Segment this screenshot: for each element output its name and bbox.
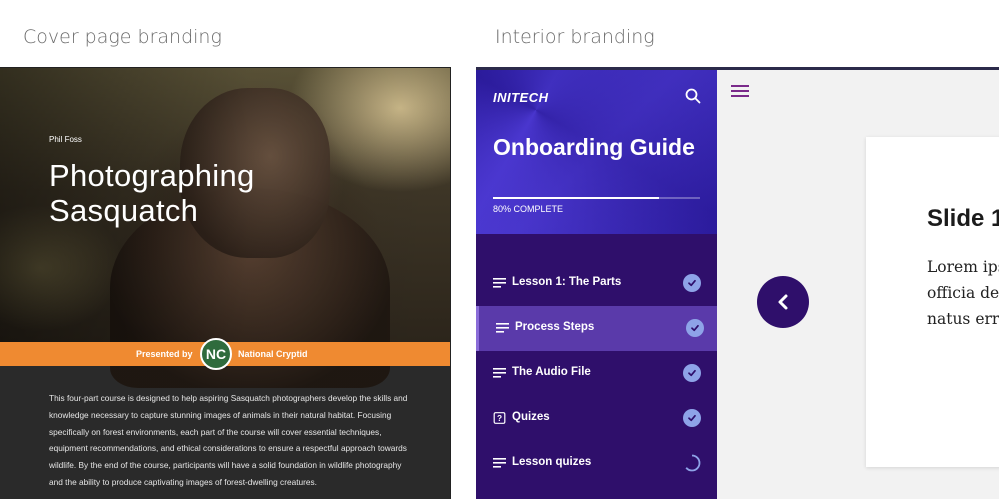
progress-bar <box>493 197 700 199</box>
menu-icon[interactable] <box>731 84 749 98</box>
list-icon <box>493 368 506 378</box>
list-icon <box>496 323 509 333</box>
slide-body-line: Lorem ipsum <box>927 258 999 276</box>
course-description: This four-part course is designed to hel… <box>49 393 408 487</box>
progress-text: 80% COMPLETE <box>493 204 564 214</box>
lesson-label: Lesson 1: The Parts <box>512 276 622 288</box>
list-icon <box>493 278 506 288</box>
progress-bar-fill <box>493 197 659 199</box>
quiz-icon: ? <box>493 412 506 424</box>
search-icon[interactable] <box>684 87 702 105</box>
lesson-item[interactable]: The Audio File <box>476 351 717 396</box>
sidebar-header: INITECH Onboarding Guide 80% COMPLETE <box>476 70 717 234</box>
lesson-item[interactable]: Process Steps <box>476 306 717 351</box>
slide-card: Slide 1 Lorem ipsum officia deserunt nat… <box>866 137 999 467</box>
course-title: Onboarding Guide <box>493 134 695 160</box>
slide-title: Slide 1 <box>927 205 999 232</box>
course-author: Phil Foss <box>49 135 82 144</box>
chevron-left-icon <box>778 294 788 310</box>
lesson-item[interactable]: Lesson quizes <box>476 441 717 486</box>
complete-check-icon <box>683 364 701 382</box>
lesson-item[interactable]: Lesson 1: The Parts <box>476 261 717 306</box>
in-progress-icon <box>683 454 701 472</box>
cover-section-label: Cover page branding <box>23 26 222 48</box>
list-icon <box>493 458 506 468</box>
slide-body: Lorem ipsum officia deserunt natus error <box>927 254 999 332</box>
presented-by-label: Presented by <box>136 349 193 359</box>
complete-check-icon <box>683 409 701 427</box>
interior-section-label: Interior branding <box>495 26 655 48</box>
previous-slide-button[interactable] <box>757 276 809 328</box>
lesson-label: Process Steps <box>515 321 595 333</box>
complete-check-icon <box>686 319 704 337</box>
national-cryptid-logo: NC <box>200 338 232 370</box>
lesson-item[interactable]: ? Quizes <box>476 396 717 441</box>
cover-page-preview: Phil Foss Photographing Sasquatch Presen… <box>0 67 451 499</box>
brand-logo: INITECH <box>493 90 549 105</box>
partner-name: National Cryptid <box>238 349 308 359</box>
lesson-label: Quizes <box>512 411 550 423</box>
course-sidebar: INITECH Onboarding Guide 80% COMPLETE Le… <box>476 70 717 499</box>
svg-text:?: ? <box>497 413 502 423</box>
lesson-content: Slide 1 Lorem ipsum officia deserunt nat… <box>717 70 999 499</box>
lesson-label: The Audio File <box>512 366 591 378</box>
slide-body-line: officia deserunt <box>927 284 999 302</box>
interior-preview: INITECH Onboarding Guide 80% COMPLETE Le… <box>476 67 999 499</box>
lesson-label: Lesson quizes <box>512 456 592 468</box>
slide-body-line: natus error <box>927 310 999 328</box>
complete-check-icon <box>683 274 701 292</box>
cover-course-title: Photographing Sasquatch <box>49 158 255 228</box>
